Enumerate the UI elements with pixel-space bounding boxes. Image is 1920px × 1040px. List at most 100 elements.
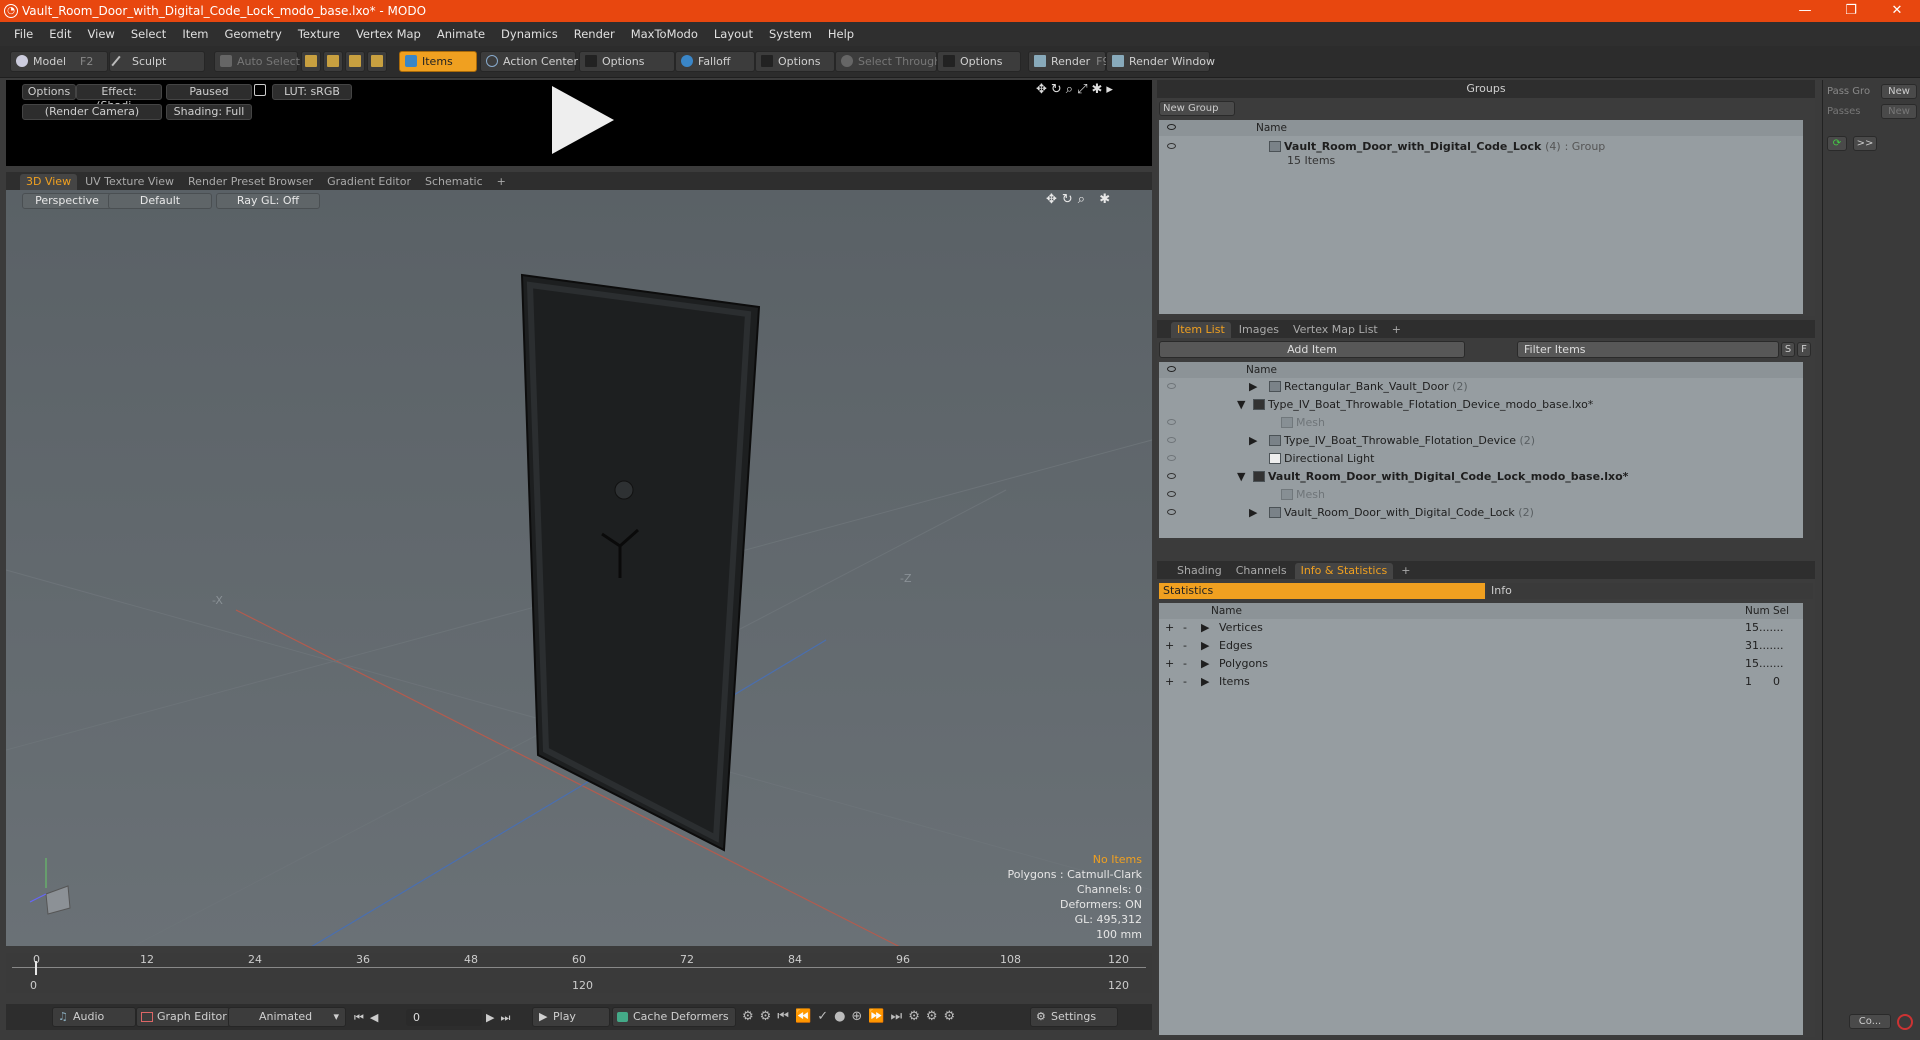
- menu-help[interactable]: Help: [820, 27, 862, 41]
- audio-button[interactable]: ♫ Audio: [52, 1007, 136, 1027]
- falloff-options-button[interactable]: Options: [755, 51, 835, 72]
- timeline[interactable]: 0 12 24 36 48 60 72 84 96 108 120 0 120 …: [6, 953, 1152, 993]
- eye-icon[interactable]: [1167, 143, 1176, 149]
- plus-button[interactable]: +: [1165, 619, 1174, 637]
- materials-mode-button[interactable]: [367, 51, 387, 72]
- preview-camera-dropdown[interactable]: (Render Camera): [22, 104, 162, 120]
- tab-uv-texture-view[interactable]: UV Texture View: [79, 174, 180, 190]
- preview-nav-icons[interactable]: ✥↻⌕⤢✱▸: [1036, 82, 1117, 97]
- action-center-button[interactable]: Action Center: [480, 51, 578, 72]
- item-row[interactable]: Directional Light: [1159, 450, 1803, 468]
- statistics-table[interactable]: Name Num Sel + - ▶ Vertices 15....... + - ▶ Edg…: [1159, 603, 1803, 1035]
- expand-arrow-icon[interactable]: ▶: [1201, 637, 1209, 655]
- collapse-arrow-icon[interactable]: ▼: [1237, 468, 1245, 486]
- menu-maxtomodo[interactable]: MaxToModo: [623, 27, 706, 41]
- frame-input[interactable]: 0: [406, 1009, 482, 1026]
- minus-button[interactable]: -: [1183, 619, 1187, 637]
- menu-texture[interactable]: Texture: [290, 27, 348, 41]
- animated-dropdown[interactable]: Animated ▾: [228, 1007, 346, 1027]
- plus-button[interactable]: +: [1165, 655, 1174, 673]
- items-mode-button[interactable]: Items: [399, 51, 477, 72]
- statistics-subtab[interactable]: Statistics: [1159, 583, 1485, 599]
- menu-geometry[interactable]: Geometry: [217, 27, 290, 41]
- menu-select[interactable]: Select: [123, 27, 174, 41]
- menu-dynamics[interactable]: Dynamics: [493, 27, 566, 41]
- stats-row-items[interactable]: + - ▶ Items 1 0: [1159, 673, 1803, 691]
- lock-icon[interactable]: [254, 84, 266, 96]
- scene-row[interactable]: ▼ Vault_Room_Door_with_Digital_Code_Lock_…: [1159, 468, 1803, 486]
- item-row[interactable]: Mesh: [1159, 486, 1803, 504]
- minus-button[interactable]: -: [1183, 655, 1187, 673]
- expand-arrow-icon[interactable]: ▶: [1201, 655, 1209, 673]
- transport-end-icons[interactable]: ▶⏭: [486, 1011, 516, 1025]
- add-tab-button[interactable]: +: [1386, 322, 1407, 338]
- tab-render-preset-browser[interactable]: Render Preset Browser: [182, 174, 319, 190]
- expand-panel-button[interactable]: >>: [1853, 136, 1877, 151]
- menu-edit[interactable]: Edit: [41, 27, 79, 41]
- item-row[interactable]: ▶ Rectangular_Bank_Vault_Door (2): [1159, 378, 1803, 396]
- play-button[interactable]: ▶ Play: [532, 1007, 610, 1027]
- tab-info-statistics[interactable]: Info & Statistics: [1294, 563, 1394, 579]
- f-button[interactable]: F: [1797, 342, 1811, 357]
- menu-file[interactable]: File: [6, 27, 41, 41]
- item-row[interactable]: ▶ Vault_Room_Door_with_Digital_Code_Lock …: [1159, 504, 1803, 522]
- add-tab-button[interactable]: +: [1395, 563, 1416, 579]
- auto-select-button[interactable]: Auto Select: [214, 51, 300, 72]
- plus-button[interactable]: +: [1165, 637, 1174, 655]
- expand-arrow-icon[interactable]: ▶: [1249, 432, 1257, 450]
- menu-item[interactable]: Item: [174, 27, 216, 41]
- tab-item-list[interactable]: Item List: [1171, 322, 1231, 338]
- preview-shading-dropdown[interactable]: Shading: Full: [166, 104, 252, 120]
- plus-button[interactable]: +: [1165, 673, 1174, 691]
- item-row[interactable]: ▶ Type_IV_Boat_Throwable_Flotation_Device…: [1159, 432, 1803, 450]
- polygons-mode-button[interactable]: [345, 51, 365, 72]
- select-through-options-button[interactable]: Options: [937, 51, 1021, 72]
- sculpt-mode-button[interactable]: Sculpt: [109, 51, 205, 72]
- select-through-button[interactable]: Select Through: [835, 51, 941, 72]
- eye-icon[interactable]: [1167, 509, 1176, 515]
- model-mode-button[interactable]: Model F2: [10, 51, 108, 72]
- expand-arrow-icon[interactable]: ▶: [1201, 673, 1209, 691]
- stats-row-edges[interactable]: + - ▶ Edges 31.......: [1159, 637, 1803, 655]
- eye-icon[interactable]: [1167, 455, 1176, 461]
- graph-editor-button[interactable]: Graph Editor: [136, 1007, 230, 1027]
- add-item-dropdown[interactable]: Add Item: [1159, 341, 1465, 358]
- menu-layout[interactable]: Layout: [706, 27, 761, 41]
- item-row[interactable]: Mesh: [1159, 414, 1803, 432]
- falloff-button[interactable]: Falloff: [675, 51, 755, 72]
- edges-mode-button[interactable]: [323, 51, 343, 72]
- play-preview-icon[interactable]: [552, 86, 614, 154]
- eye-icon[interactable]: [1167, 437, 1176, 443]
- co-button[interactable]: Co...: [1849, 1014, 1891, 1029]
- render-window-button[interactable]: Render Window: [1106, 51, 1215, 72]
- tab-images[interactable]: Images: [1233, 322, 1285, 338]
- transport-start-icons[interactable]: ⏮◀: [354, 1011, 384, 1025]
- eye-icon[interactable]: [1167, 383, 1176, 389]
- animation-tool-icons[interactable]: ⚙⚙⏮⏪✓●⊕⏩⏭⚙⚙⚙: [742, 1009, 961, 1024]
- settings-button[interactable]: ⚙ Settings: [1030, 1007, 1118, 1027]
- groups-list[interactable]: Name Vault_Room_Door_with_Digital_Code_L…: [1159, 120, 1803, 314]
- preview-effect-dropdown[interactable]: Effect: (Shadi...: [76, 84, 162, 112]
- menu-render[interactable]: Render: [566, 27, 623, 41]
- new-pass-group-button[interactable]: New: [1881, 84, 1917, 99]
- eye-icon[interactable]: [1167, 473, 1176, 479]
- tab-gradient-editor[interactable]: Gradient Editor: [321, 174, 417, 190]
- tab-shading[interactable]: Shading: [1171, 563, 1228, 579]
- vertices-mode-button[interactable]: [301, 51, 321, 72]
- 3d-viewport[interactable]: Perspective Default Ray GL: Off ✥↻⌕ ✱ -X…: [6, 190, 1152, 946]
- expand-arrow-icon[interactable]: ▶: [1249, 504, 1257, 522]
- menu-vertex-map[interactable]: Vertex Map: [348, 27, 429, 41]
- cache-deformers-button[interactable]: Cache Deformers: [612, 1007, 736, 1027]
- new-group-button[interactable]: New Group: [1159, 101, 1235, 116]
- eye-icon[interactable]: [1167, 491, 1176, 497]
- filter-items-input[interactable]: Filter Items: [1517, 341, 1779, 358]
- maximize-button[interactable]: ❐: [1828, 0, 1874, 22]
- menu-system[interactable]: System: [761, 27, 820, 41]
- render-button[interactable]: Render F9: [1028, 51, 1110, 72]
- tab-vertex-map-list[interactable]: Vertex Map List: [1287, 322, 1384, 338]
- expand-arrow-icon[interactable]: ▶: [1249, 378, 1257, 396]
- minus-button[interactable]: -: [1183, 673, 1187, 691]
- eye-icon[interactable]: [1167, 419, 1176, 425]
- new-pass-button[interactable]: New: [1881, 104, 1917, 119]
- add-tab-button[interactable]: +: [491, 174, 512, 190]
